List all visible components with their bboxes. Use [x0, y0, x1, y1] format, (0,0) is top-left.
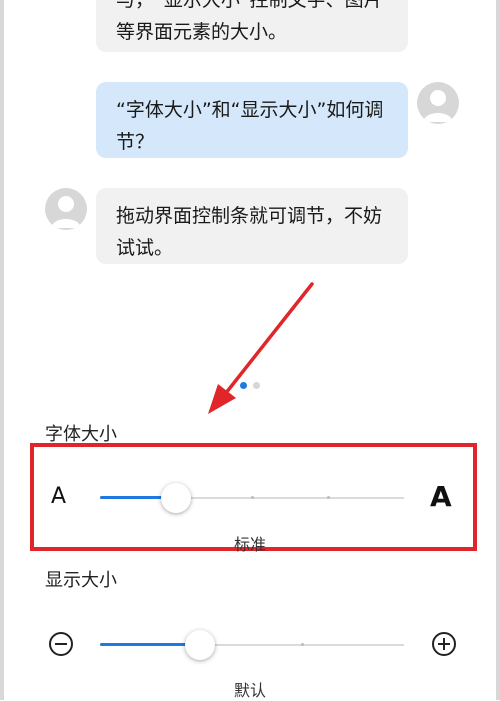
font-size-slider-tick [327, 496, 330, 499]
font-size-small-label: A [51, 484, 67, 509]
font-size-slider-thumb[interactable] [161, 483, 191, 513]
chat-bubble-bot-answer: 拖动界面控制条就可调节，不妨试试。 [96, 188, 408, 264]
display-size-slider-thumb[interactable] [185, 630, 216, 660]
display-size-slider-tick [301, 643, 304, 646]
chat-bubble-previous: 与，“显示大小”控制文字、图片等界面元素的大小。 [96, 0, 408, 52]
bot-avatar-icon [45, 188, 87, 230]
page-dot[interactable] [253, 382, 260, 389]
left-edge [0, 0, 4, 700]
display-size-value-label: 默认 [234, 681, 267, 700]
page-indicator [240, 382, 260, 389]
user-avatar-icon [417, 82, 459, 124]
font-size-value-label: 标准 [234, 535, 267, 554]
zoom-in-icon[interactable] [431, 631, 457, 657]
page-dot-active[interactable] [240, 382, 247, 389]
zoom-out-icon[interactable] [48, 631, 74, 657]
chat-bubble-user-question: “字体大小”和“显示大小”如何调节？ [96, 82, 408, 158]
font-size-slider-tick [251, 496, 254, 499]
right-edge [496, 0, 500, 700]
font-size-large-label: A [430, 480, 452, 513]
display-size-title: 显示大小 [45, 570, 117, 591]
